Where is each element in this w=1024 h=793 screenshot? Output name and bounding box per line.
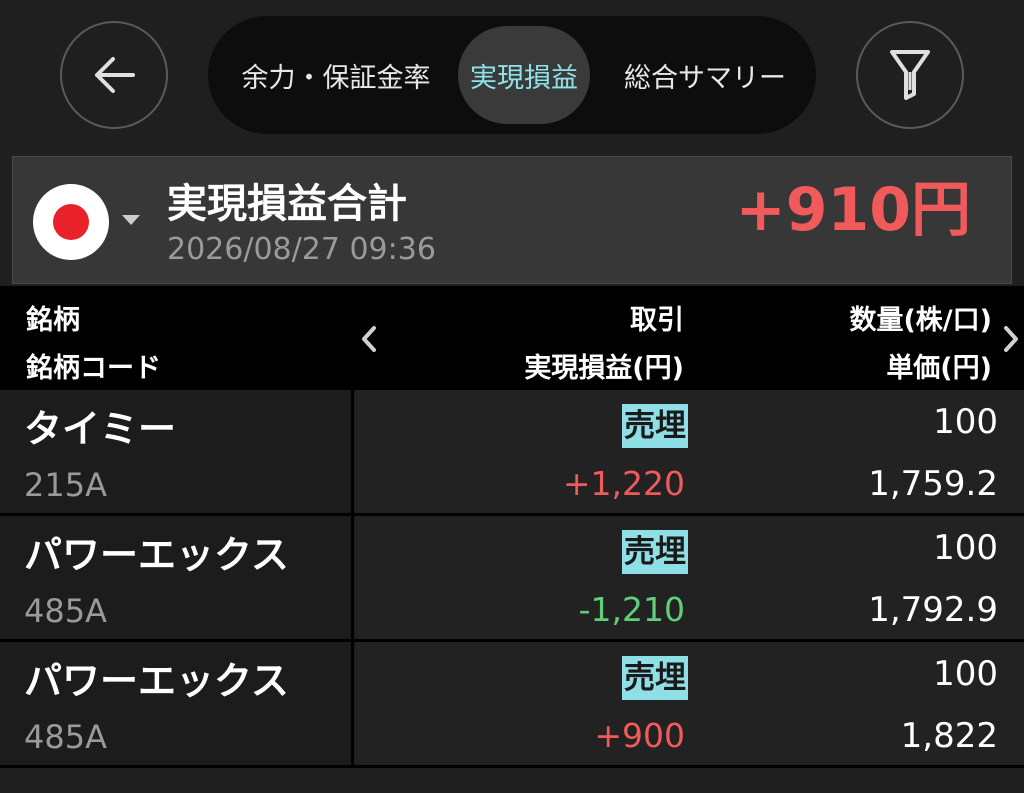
header-trade: 取引 (630, 305, 684, 336)
stock-code: 485A (24, 592, 107, 630)
stock-name: タイミー (24, 407, 177, 451)
filter-button[interactable] (856, 21, 964, 129)
realized-pnl: -1,210 (578, 590, 685, 629)
header-pnl: 実現損益(円) (524, 353, 684, 384)
name-cell: パワーエックス 485A (0, 642, 354, 765)
realized-pnl-screen: 余力・保証金率 実現損益 総合サマリー 実現損益合計 2026/08/27 09… (0, 0, 1024, 793)
tab-realized-pnl[interactable]: 実現損益 (458, 26, 590, 124)
filter-icon (890, 50, 930, 100)
quantity: 100 (933, 654, 998, 694)
quantity: 100 (933, 528, 998, 568)
arrow-left-icon (95, 57, 135, 93)
unit-price: 1,792.9 (868, 590, 998, 630)
trade-type-badge: 売埋 (622, 656, 688, 700)
chevron-right-icon[interactable] (1000, 324, 1022, 354)
header-unit-price: 単価(円) (886, 353, 992, 384)
table-row[interactable]: タイミー 215A 売埋 +1,220 100 1,759.2 (0, 390, 1024, 516)
summary-timestamp: 2026/08/27 09:36 (167, 232, 436, 267)
header-code: 銘柄コード (26, 353, 161, 384)
trade-list: タイミー 215A 売埋 +1,220 100 1,759.2 パワーエックス … (0, 390, 1024, 768)
table-header: 銘柄 銘柄コード 取引 実現損益(円) 数量(株/口) 単価(円) (0, 286, 1024, 390)
trade-type-badge: 売埋 (622, 530, 688, 574)
realized-pnl: +900 (594, 716, 685, 755)
header-name: 銘柄 (26, 305, 80, 336)
segmented-tabs: 余力・保証金率 実現損益 総合サマリー (208, 16, 816, 134)
stock-code: 485A (24, 718, 107, 756)
stock-name: パワーエックス (24, 533, 289, 577)
values-cell: 売埋 +1,220 100 1,759.2 (357, 390, 1024, 513)
tab-summary[interactable]: 総合サマリー (600, 26, 810, 124)
name-cell: パワーエックス 485A (0, 516, 354, 639)
values-cell: 売埋 -1,210 100 1,792.9 (357, 516, 1024, 639)
summary-title: 実現損益合計 (167, 181, 407, 227)
table-row[interactable]: パワーエックス 485A 売埋 +900 100 1,822 (0, 642, 1024, 768)
table-row[interactable]: パワーエックス 485A 売埋 -1,210 100 1,792.9 (0, 516, 1024, 642)
chevron-down-icon[interactable] (122, 215, 140, 225)
values-cell: 売埋 +900 100 1,822 (357, 642, 1024, 765)
header-quantity: 数量(株/口) (849, 305, 992, 336)
back-button[interactable] (60, 21, 168, 129)
unit-price: 1,759.2 (868, 464, 998, 504)
japan-flag-icon[interactable] (33, 184, 109, 260)
summary-total: +910円 (735, 175, 971, 245)
top-navigation: 余力・保証金率 実現損益 総合サマリー (0, 0, 1024, 152)
stock-code: 215A (24, 466, 107, 504)
realized-pnl: +1,220 (562, 464, 685, 503)
quantity: 100 (933, 402, 998, 442)
flag-sun (53, 204, 89, 240)
trade-type-badge: 売埋 (622, 404, 688, 448)
unit-price: 1,822 (900, 716, 998, 756)
name-cell: タイミー 215A (0, 390, 354, 513)
stock-name: パワーエックス (24, 659, 289, 703)
tab-margin-ratio[interactable]: 余力・保証金率 (216, 26, 456, 124)
pnl-summary-card: 実現損益合計 2026/08/27 09:36 +910円 (12, 156, 1012, 284)
chevron-left-icon[interactable] (358, 324, 380, 354)
